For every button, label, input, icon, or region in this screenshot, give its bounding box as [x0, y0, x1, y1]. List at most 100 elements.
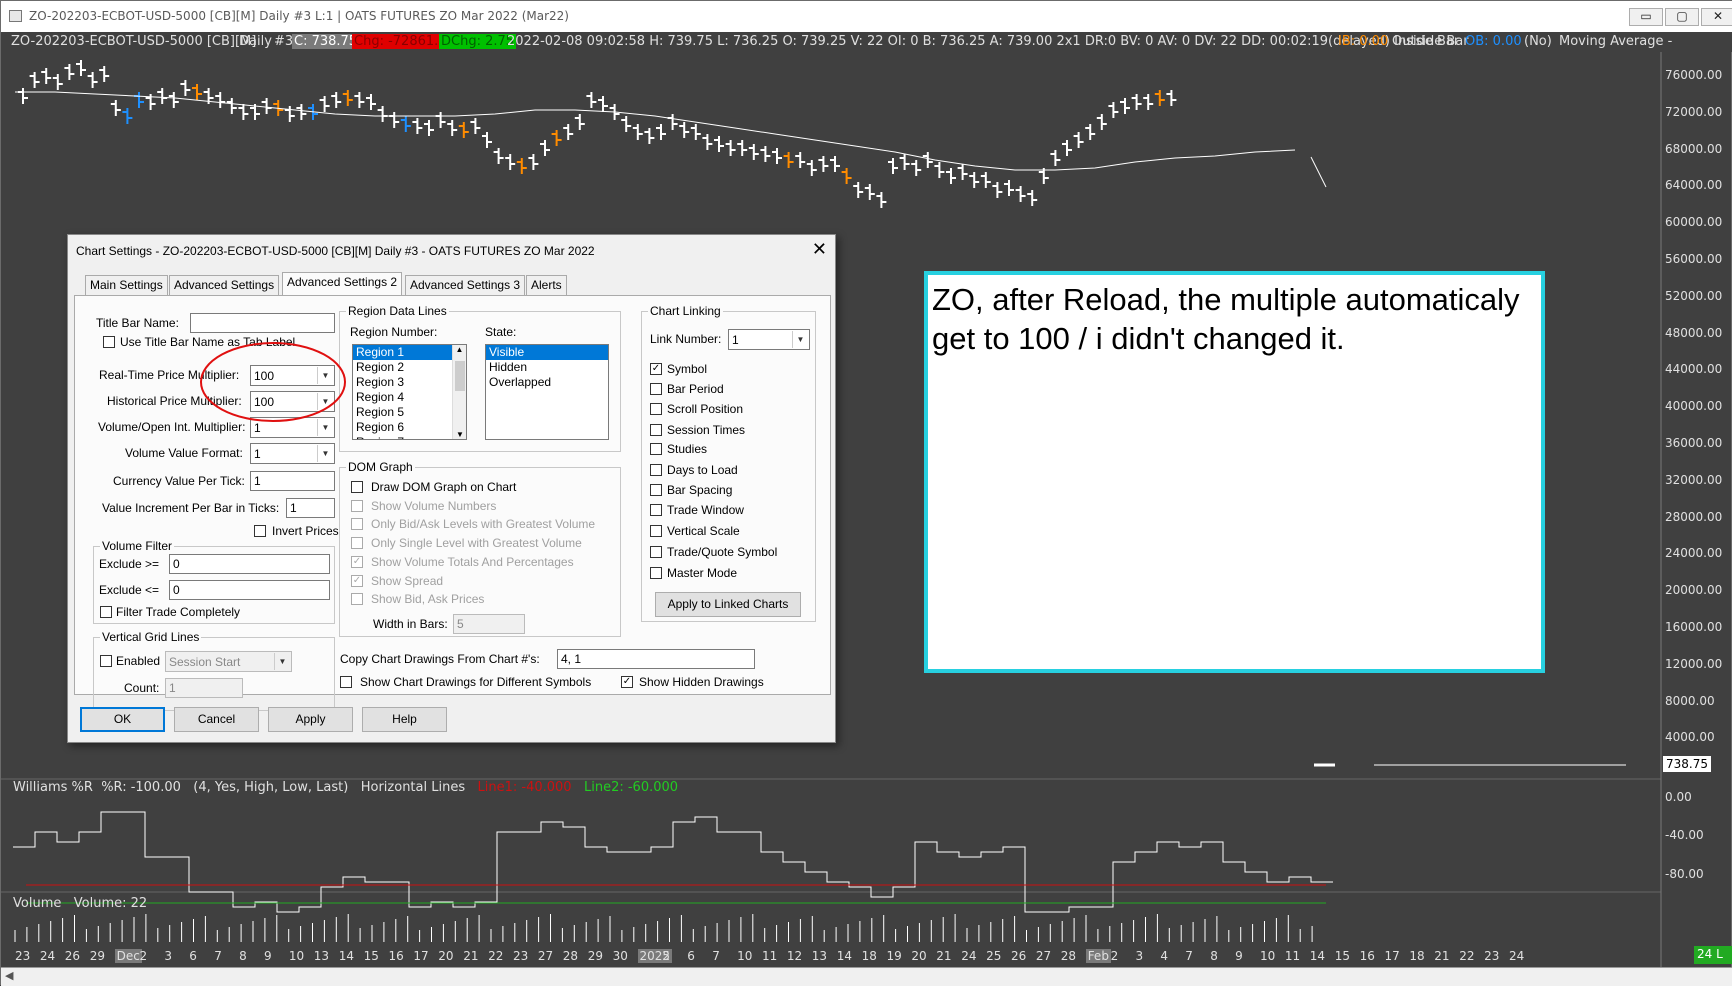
- link-option-checkbox[interactable]: [650, 504, 662, 516]
- restore-button[interactable]: ▢: [1665, 8, 1699, 26]
- exclude-le-label: Exclude <=: [99, 583, 160, 597]
- date-axis-label: 27: [537, 949, 554, 963]
- exclude-ge-input[interactable]: 0: [169, 554, 330, 574]
- vol-format-select[interactable]: 1 ▼: [250, 443, 335, 464]
- filter-trade-checkbox[interactable]: [100, 606, 112, 618]
- link-option-checkbox[interactable]: [650, 443, 662, 455]
- minimize-button[interactable]: ▭: [1629, 8, 1663, 26]
- vol-format-label: Volume Value Format:: [125, 446, 243, 460]
- price-axis-label: 48000.00: [1665, 325, 1723, 340]
- link-option-checkbox[interactable]: [650, 424, 662, 436]
- vol-format-value: 1: [254, 447, 261, 461]
- date-axis-label: 29: [89, 949, 105, 963]
- region-list-item[interactable]: Region 4: [353, 390, 466, 405]
- vgrid-session-select[interactable]: Session Start ▼: [165, 651, 292, 672]
- tab-alerts[interactable]: Alerts: [526, 275, 567, 295]
- link-option-label: Session Times: [667, 423, 746, 437]
- dom-option-checkbox[interactable]: [351, 593, 363, 606]
- copy-drawings-input[interactable]: 4, 1: [557, 649, 755, 669]
- volume-filter-title: Volume Filter: [100, 539, 175, 553]
- apply-linked-charts-button[interactable]: Apply to Linked Charts: [655, 592, 801, 617]
- date-axis-label: 29: [587, 949, 603, 963]
- chevron-down-icon[interactable]: ▼: [317, 445, 333, 462]
- dom-option-checkbox[interactable]: [351, 537, 363, 550]
- state-list-item[interactable]: Overlapped: [486, 375, 608, 390]
- link-number-select[interactable]: 1 ▼: [728, 329, 810, 350]
- date-axis-label: 19: [886, 949, 902, 963]
- cancel-button[interactable]: Cancel: [174, 707, 259, 732]
- dom-option-checkbox[interactable]: ✓: [351, 574, 363, 587]
- help-button[interactable]: Help: [362, 707, 447, 732]
- date-axis-label: 28: [1060, 949, 1077, 963]
- state-list[interactable]: Visible Hidden Overlapped: [485, 344, 609, 440]
- show-diff-symbols-checkbox[interactable]: [340, 676, 352, 688]
- dom-option-checkbox[interactable]: [351, 518, 363, 531]
- currency-per-tick-input[interactable]: 1: [250, 471, 335, 491]
- region-list-item[interactable]: Region 7: [353, 435, 466, 439]
- vgrid-enabled-label: Enabled: [116, 654, 161, 668]
- scroll-up-icon[interactable]: ▲: [453, 345, 466, 354]
- region-list-scrollbar[interactable]: ▲ ▼: [452, 345, 466, 439]
- link-option-checkbox[interactable]: [650, 484, 662, 496]
- region-list-item[interactable]: Region 5: [353, 405, 466, 420]
- date-axis-label: 20: [438, 949, 454, 963]
- window-titlebar: ZO-202203-ECBOT-USD-5000 [CB][M] Daily #…: [1, 1, 1732, 32]
- date-axis-label: 15: [1334, 949, 1350, 963]
- vgrid-enabled-checkbox[interactable]: [100, 655, 112, 667]
- ok-button[interactable]: OK: [80, 707, 165, 732]
- tab-advanced-settings[interactable]: Advanced Settings: [169, 275, 280, 295]
- apply-button[interactable]: Apply: [268, 707, 353, 732]
- state-list-item[interactable]: Hidden: [486, 360, 608, 375]
- link-option-checkbox[interactable]: [650, 403, 662, 415]
- show-hidden-drawings-checkbox[interactable]: ✓: [621, 676, 633, 688]
- region-list[interactable]: Region 1 Region 2 Region 3 Region 4 Region 5…: [352, 344, 467, 440]
- region-data-lines-group: Region Data Lines Region Number: Region …: [339, 304, 621, 452]
- link-option-checkbox[interactable]: [650, 464, 662, 476]
- link-option-checkbox[interactable]: [650, 383, 662, 395]
- link-option-checkbox[interactable]: [650, 525, 662, 537]
- date-axis-label: 24: [961, 949, 977, 963]
- horizontal-scrollbar[interactable]: ◀: [1, 967, 1732, 986]
- invert-prices-checkbox[interactable]: [254, 525, 266, 537]
- chevron-down-icon[interactable]: ▼: [792, 331, 808, 348]
- dom-option-checkbox[interactable]: ✓: [351, 555, 363, 568]
- region-list-item[interactable]: Region 6: [353, 420, 466, 435]
- value-increment-input[interactable]: 1: [286, 498, 335, 518]
- dom-option-checkbox[interactable]: [351, 481, 363, 493]
- date-axis-label: 24: [1509, 949, 1525, 963]
- state-list-item[interactable]: Visible: [486, 345, 608, 360]
- link-option-checkbox[interactable]: ✓: [650, 363, 662, 375]
- date-axis-label: 18: [1409, 949, 1425, 963]
- date-axis-label: 23: [513, 949, 529, 963]
- title-bar-name-input[interactable]: [190, 313, 335, 333]
- region-list-item[interactable]: Region 1: [353, 345, 466, 360]
- tab-advanced-settings-3[interactable]: Advanced Settings 3: [405, 275, 526, 295]
- width-in-bars-input[interactable]: 5: [453, 614, 525, 634]
- date-axis-label: 23: [1484, 949, 1500, 963]
- date-axis-label: 11: [762, 949, 778, 963]
- vgrid-count-input[interactable]: 1: [165, 678, 243, 698]
- date-axis-label: 28: [562, 949, 579, 963]
- link-option-label: Vertical Scale: [667, 524, 740, 538]
- scroll-down-icon[interactable]: ▼: [453, 430, 466, 439]
- exclude-le-input[interactable]: 0: [169, 580, 330, 600]
- dom-option-checkbox[interactable]: [351, 499, 363, 512]
- link-option-checkbox[interactable]: [650, 567, 662, 579]
- region-list-item[interactable]: Region 2: [353, 360, 466, 375]
- status-outside-bar-label: Outside Bar: [1392, 34, 1469, 49]
- scroll-left-icon[interactable]: ◀: [5, 969, 13, 982]
- tab-main-settings[interactable]: Main Settings: [85, 275, 168, 295]
- region-list-item[interactable]: Region 3: [353, 375, 466, 390]
- region-list-scroll-thumb[interactable]: [455, 361, 465, 391]
- date-axis-label: 23: [15, 949, 31, 963]
- link-option-checkbox[interactable]: [650, 546, 662, 558]
- close-window-button[interactable]: ✕: [1701, 8, 1732, 26]
- date-axis-label: 14: [836, 949, 852, 963]
- tab-advanced-settings-2[interactable]: Advanced Settings 2: [282, 272, 403, 296]
- chevron-down-icon[interactable]: ▼: [274, 653, 290, 670]
- dialog-tab-body: Title Bar Name: Use Title Bar Name as Ta…: [74, 295, 831, 711]
- dialog-close-button[interactable]: ✕: [812, 240, 827, 258]
- use-title-bar-checkbox[interactable]: [103, 336, 115, 348]
- chart-linking-title: Chart Linking: [648, 304, 723, 318]
- date-axis-label: 2: [139, 949, 148, 963]
